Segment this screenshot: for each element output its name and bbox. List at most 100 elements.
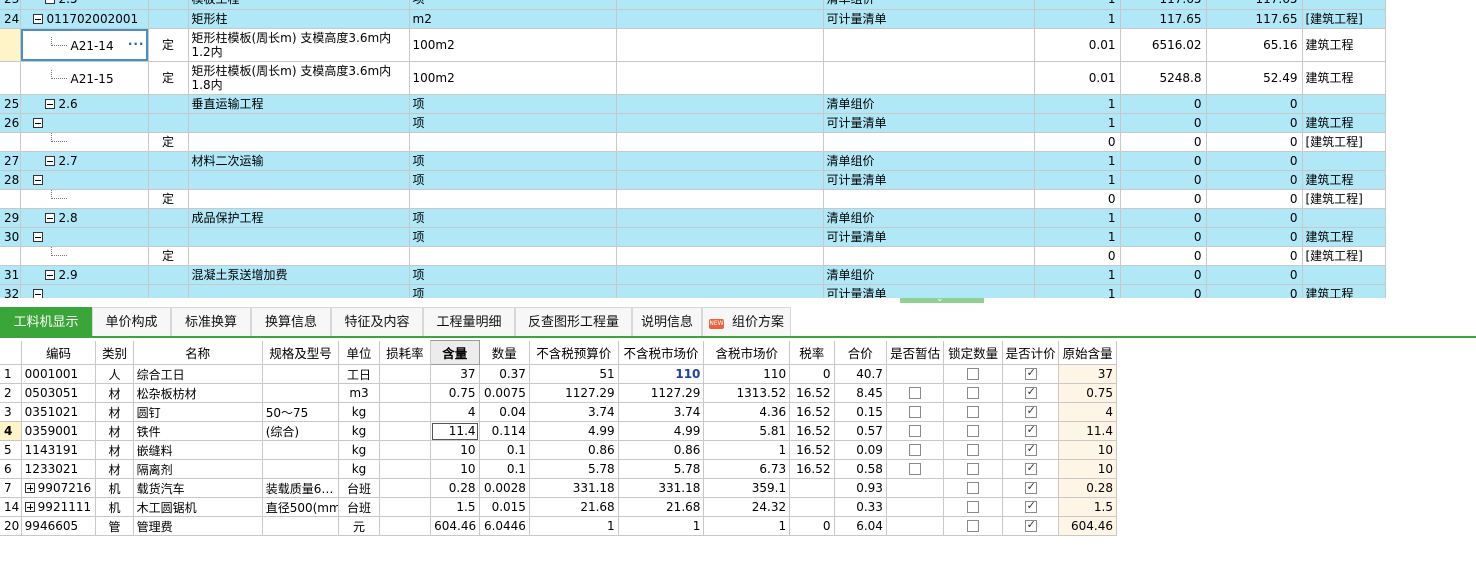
major-cell[interactable] — [1302, 265, 1386, 285]
resource-grid[interactable]: 编码 类别 名称 规格及型号 单位 损耗率 含量 数量 不含税预算价 不含税市场价 含税市场价 税率合… — [0, 340, 1117, 536]
quantity-cell[interactable]: 0.1 — [479, 459, 530, 479]
resource-row[interactable]: 2 0503051 材松杂板枋材 m3 0.75 0.0075 1127.29 1127.29… — [0, 383, 1117, 403]
collapse-toggle-icon[interactable] — [32, 117, 43, 128]
type-cell[interactable]: 定 — [148, 132, 189, 152]
priced-checkbox[interactable] — [1024, 461, 1037, 475]
spec-cell[interactable] — [616, 0, 824, 10]
type-cell[interactable] — [148, 227, 189, 247]
code-cell[interactable]: 9946605 — [21, 516, 97, 536]
column-header[interactable] — [0, 340, 22, 365]
provisional-checkbox[interactable] — [909, 463, 922, 475]
budget-price-cell[interactable]: 4.99 — [529, 421, 619, 441]
kind-cell[interactable]: 清单组价 — [823, 0, 1035, 10]
total-cell[interactable]: 40.7 — [834, 364, 887, 384]
bill-row[interactable]: 24 011702002001 矩形柱 m2 可计量清单 1 117.65 117.65 [建筑… — [0, 9, 1386, 29]
priced-checkbox[interactable] — [1024, 404, 1037, 418]
unit-price-cell[interactable]: 0 — [1120, 246, 1207, 266]
lock-quantity-checkbox[interactable] — [967, 482, 980, 494]
name-cell[interactable] — [188, 227, 410, 247]
type-cell[interactable] — [148, 113, 189, 133]
content-cell[interactable]: 604.46 — [430, 516, 480, 536]
code-cell[interactable]: 0001001 — [21, 364, 97, 384]
content-cell[interactable]: 4 — [430, 402, 480, 422]
resource-row[interactable]: 4 0359001 材铁件 (综合) kg 11.4 0.114 4.99 4.99 5.81 16… — [0, 421, 1117, 441]
name-cell[interactable]: 管理费 — [133, 516, 263, 536]
type-cell[interactable] — [148, 9, 189, 29]
kind-cell[interactable]: 清单组价 — [823, 265, 1035, 285]
spec-cell[interactable] — [616, 132, 824, 152]
tax-rate-cell[interactable]: 16.52 — [789, 383, 835, 403]
row-number[interactable]: 24 — [0, 9, 21, 29]
bill-row[interactable]: 定 0 0 0 [建筑工程] — [0, 132, 1386, 152]
name-cell[interactable] — [188, 189, 410, 209]
unit-price-cell[interactable]: 0 — [1120, 170, 1207, 190]
unit-cell[interactable]: 项 — [409, 265, 617, 285]
quantity-cell[interactable]: 1 — [1034, 284, 1121, 298]
priced-checkbox[interactable] — [1024, 423, 1037, 437]
original-content-cell[interactable]: 10 — [1058, 459, 1117, 479]
name-cell[interactable]: 嵌缝料 — [133, 440, 263, 460]
row-number[interactable] — [0, 132, 21, 152]
priced-checkbox[interactable] — [1024, 480, 1037, 494]
total-cell[interactable]: 8.45 — [834, 383, 887, 403]
tab-1[interactable]: 工料机显示 — [0, 307, 92, 336]
budget-price-cell[interactable]: 1 — [529, 516, 619, 536]
unit-price-cell[interactable]: 6516.02 — [1120, 28, 1207, 62]
code-cell[interactable]: 2.9 — [20, 265, 149, 285]
type-cell[interactable]: 定 — [148, 28, 189, 62]
total-cell[interactable]: 0.33 — [834, 497, 887, 517]
name-cell[interactable]: 垂直运输工程 — [188, 94, 410, 114]
spec-cell[interactable] — [616, 151, 824, 171]
kind-cell[interactable] — [823, 246, 1035, 266]
spec-cell[interactable] — [616, 28, 824, 62]
original-content-cell[interactable]: 11.4 — [1058, 421, 1117, 441]
tax-rate-cell[interactable]: 0 — [789, 364, 835, 384]
loss-rate-cell[interactable] — [379, 440, 432, 460]
bill-of-quantities-grid[interactable]: 232.5模板工程项清单组价1117.65117.652401170200200… — [0, 0, 1386, 298]
splitter-handle[interactable]: ⌄ — [900, 294, 984, 304]
type-cell[interactable] — [148, 265, 189, 285]
quantity-cell[interactable]: 0.0075 — [479, 383, 530, 403]
spec-cell[interactable] — [262, 459, 340, 479]
total-price-cell[interactable]: 0 — [1206, 227, 1303, 247]
market-price-tax-cell[interactable]: 24.32 — [703, 497, 791, 517]
unit-cell[interactable]: 元 — [338, 516, 380, 536]
lock-quantity-checkbox[interactable] — [967, 444, 980, 456]
code-cell[interactable] — [20, 284, 149, 298]
type-cell[interactable] — [148, 208, 189, 228]
type-cell[interactable] — [148, 170, 189, 190]
resource-row[interactable]: 3 0351021 材圆钉 50～75 kg 4 0.04 3.74 3.74 4.36 16.52… — [0, 402, 1117, 422]
market-price-cell[interactable]: 110 — [618, 364, 705, 384]
unit-cell[interactable]: 项 — [409, 227, 617, 247]
original-content-cell[interactable]: 37 — [1058, 364, 1117, 384]
unit-cell[interactable]: kg — [338, 459, 380, 479]
collapse-toggle-icon[interactable] — [32, 288, 43, 298]
total-price-cell[interactable]: 117.65 — [1206, 9, 1303, 29]
kind-cell[interactable]: 可计量清单 — [823, 9, 1035, 29]
spec-cell[interactable] — [262, 516, 340, 536]
content-cell[interactable]: 0.28 — [430, 478, 480, 498]
category-cell[interactable]: 材 — [95, 459, 134, 479]
market-price-cell[interactable]: 4.99 — [618, 421, 705, 441]
unit-price-cell[interactable]: 0 — [1120, 227, 1207, 247]
original-content-cell[interactable]: 0.75 — [1058, 383, 1117, 403]
provisional-cell[interactable] — [886, 364, 945, 384]
major-cell[interactable]: [建筑工程] — [1302, 246, 1386, 266]
loss-rate-cell[interactable] — [379, 497, 432, 517]
quantity-cell[interactable]: 6.0446 — [479, 516, 530, 536]
unit-cell[interactable]: 项 — [409, 0, 617, 10]
provisional-cell[interactable] — [886, 478, 945, 498]
content-cell[interactable]: 10 — [430, 459, 480, 479]
spec-cell[interactable] — [616, 94, 824, 114]
total-price-cell[interactable]: 0 — [1206, 208, 1303, 228]
budget-price-cell[interactable]: 3.74 — [529, 402, 619, 422]
kind-cell[interactable]: 可计量清单 — [823, 227, 1035, 247]
market-price-tax-cell[interactable]: 6.73 — [703, 459, 791, 479]
code-cell[interactable]: 9921111 — [21, 497, 97, 517]
resource-row[interactable]: 209946605管管理费元604.466.044611106.04604.46 — [0, 516, 1117, 536]
priced-cell[interactable] — [1002, 383, 1060, 403]
loss-rate-cell[interactable] — [379, 516, 432, 536]
unit-price-cell[interactable]: 0 — [1120, 189, 1207, 209]
tab-3[interactable]: 标准换算 — [171, 307, 251, 336]
code-cell[interactable]: 2.6 — [20, 94, 149, 114]
